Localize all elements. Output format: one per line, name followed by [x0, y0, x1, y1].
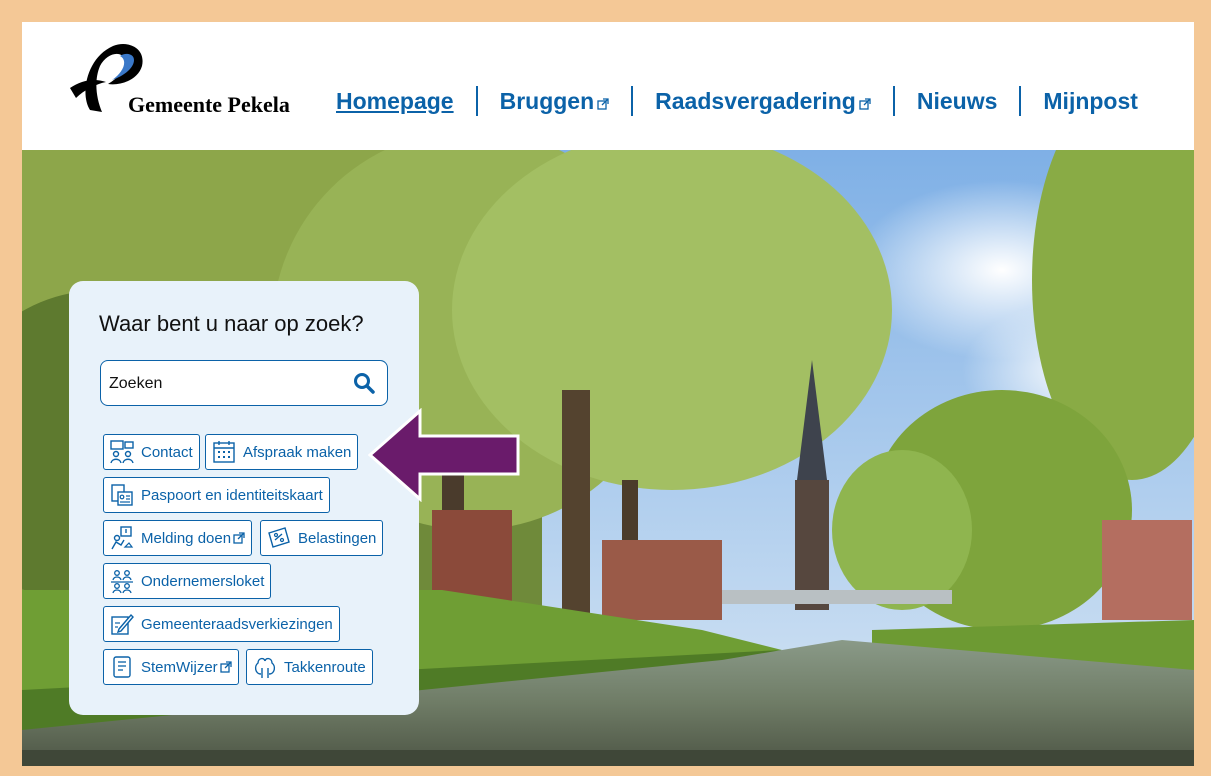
report-icon	[111, 526, 134, 550]
nav-nieuws[interactable]: Nieuws	[917, 88, 998, 115]
nav-bruggen[interactable]: Bruggen	[500, 88, 610, 115]
nav-homepage-label: Homepage	[336, 87, 454, 114]
external-link-icon	[597, 98, 609, 110]
nav-mijnpost[interactable]: Mijnpost	[1043, 88, 1138, 115]
search-icon[interactable]	[353, 372, 375, 394]
external-link-icon	[859, 98, 871, 110]
arrow-annotation-icon	[368, 408, 520, 502]
nav-separator	[631, 86, 634, 116]
main-nav: Homepage Bruggen Raadsvergadering Nieuws…	[336, 86, 1138, 116]
id-card-icon	[111, 484, 133, 506]
search-panel: Waar bent u naar op zoek? Contact	[69, 281, 419, 715]
vote-icon	[111, 613, 134, 635]
quick-link-gemeenteraadsverkiezingen[interactable]: Gemeenteraadsverkiezingen	[103, 606, 340, 642]
quick-link-belastingen[interactable]: Belastingen	[260, 520, 384, 556]
voting-guide-icon	[113, 656, 131, 678]
entrepreneurs-icon	[111, 570, 133, 594]
site-logo[interactable]: Gemeente Pekela	[68, 40, 318, 120]
quick-link-afspraak-maken[interactable]: Afspraak maken	[205, 434, 359, 470]
external-link-icon	[233, 532, 245, 544]
nav-mijnpost-label: Mijnpost	[1043, 87, 1138, 114]
nav-separator	[1019, 86, 1022, 116]
tree-icon	[254, 657, 276, 678]
quick-link-contact[interactable]: Contact	[103, 434, 200, 470]
quick-link-paspoort[interactable]: Paspoort en identiteitskaart	[103, 477, 330, 513]
quick-link-label: Gemeenteraadsverkiezingen	[141, 615, 333, 633]
external-link-icon	[220, 661, 232, 673]
nav-homepage[interactable]: Homepage	[336, 88, 454, 115]
page-frame: Gemeente Pekela Homepage Bruggen Raadsve…	[22, 22, 1194, 766]
tax-icon	[268, 527, 290, 548]
search-box	[100, 360, 388, 406]
quick-link-label: Contact	[141, 443, 193, 461]
quick-link-stemwijzer[interactable]: StemWijzer	[103, 649, 239, 685]
calendar-icon	[213, 441, 235, 463]
logo-text: Gemeente Pekela	[128, 92, 290, 117]
quick-link-label: Takkenroute	[284, 658, 366, 676]
search-input[interactable]	[107, 371, 341, 397]
quick-link-label: Paspoort en identiteitskaart	[141, 486, 323, 504]
quick-link-label: Melding doen	[141, 529, 232, 547]
site-header: Gemeente Pekela Homepage Bruggen Raadsve…	[22, 22, 1194, 150]
nav-raadsvergadering-label: Raadsvergadering	[655, 87, 856, 114]
quick-link-ondernemersloket[interactable]: Ondernemersloket	[103, 563, 272, 599]
search-panel-title: Waar bent u naar op zoek?	[99, 311, 364, 336]
nav-raadsvergadering[interactable]: Raadsvergadering	[655, 88, 871, 115]
contact-icon	[110, 440, 134, 464]
nav-separator	[475, 86, 478, 116]
quick-link-takkenroute[interactable]: Takkenroute	[246, 649, 373, 685]
nav-separator	[892, 86, 895, 116]
nav-bruggen-label: Bruggen	[499, 87, 595, 114]
quick-link-label: StemWijzer	[141, 658, 218, 676]
quick-link-label: Ondernemersloket	[141, 572, 265, 590]
quick-link-label: Belastingen	[298, 529, 377, 547]
quick-link-melding-doen[interactable]: Melding doen	[103, 520, 253, 556]
nav-nieuws-label: Nieuws	[916, 87, 998, 114]
quick-link-label: Afspraak maken	[243, 443, 352, 461]
